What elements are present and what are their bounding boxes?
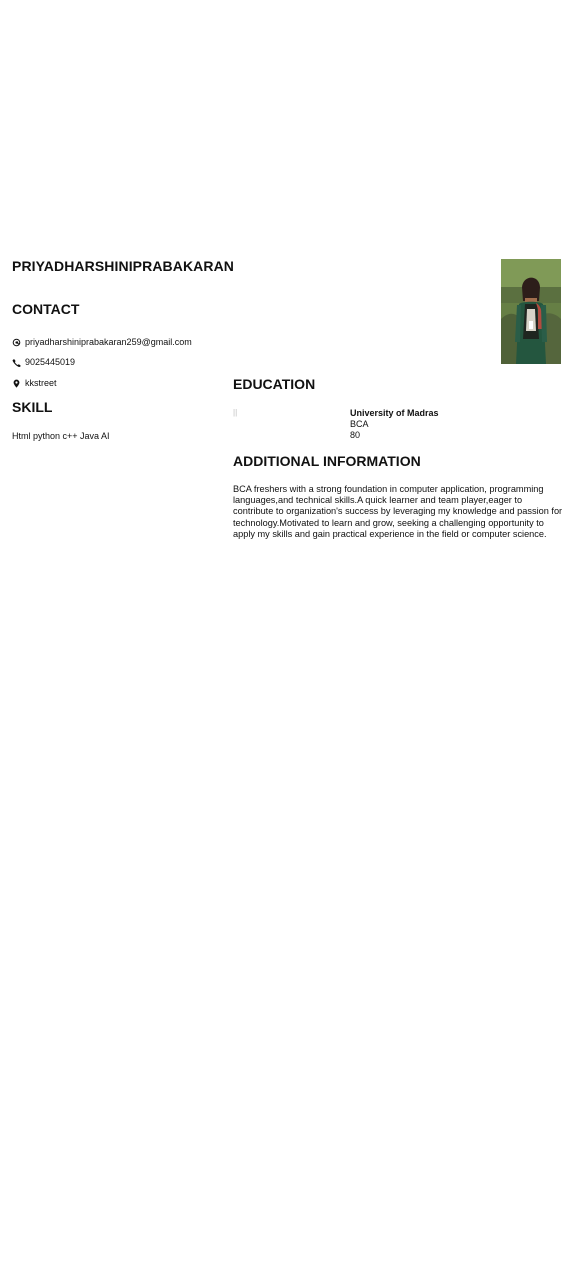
- contact-address-row: kkstreet: [12, 376, 57, 390]
- location-pin-icon: [12, 379, 21, 388]
- contact-phone: 9025445019: [25, 357, 76, 367]
- contact-heading: CONTACT: [12, 301, 80, 317]
- contact-phone-row: 9025445019: [12, 355, 75, 369]
- candidate-name: PRIYADHARSHINIPRABAKARAN: [12, 258, 235, 274]
- additional-information-heading: ADDITIONAL INFORMATION: [233, 453, 421, 469]
- education-school: University of Madras: [350, 408, 439, 418]
- skill-heading: SKILL: [12, 399, 53, 415]
- at-icon: [12, 338, 21, 347]
- contact-email: priyadharshiniprabakaran259@gmail.com: [25, 337, 192, 347]
- contact-email-row: priyadharshiniprabakaran259@gmail.com: [12, 335, 192, 349]
- education-score: 80: [350, 430, 361, 440]
- contact-address: kkstreet: [25, 378, 57, 388]
- additional-information-text: BCA freshers with a strong foundation in…: [233, 484, 563, 539]
- skills-list: Html python c++ Java AI: [12, 431, 110, 441]
- phone-icon: [12, 358, 21, 367]
- profile-photo-illustration: [501, 259, 561, 364]
- education-degree: BCA: [350, 419, 369, 429]
- profile-photo: [501, 259, 561, 364]
- education-heading: EDUCATION: [233, 376, 316, 392]
- education-entry: University of Madras BCA 80: [350, 408, 540, 441]
- education-dates: ||: [233, 408, 238, 417]
